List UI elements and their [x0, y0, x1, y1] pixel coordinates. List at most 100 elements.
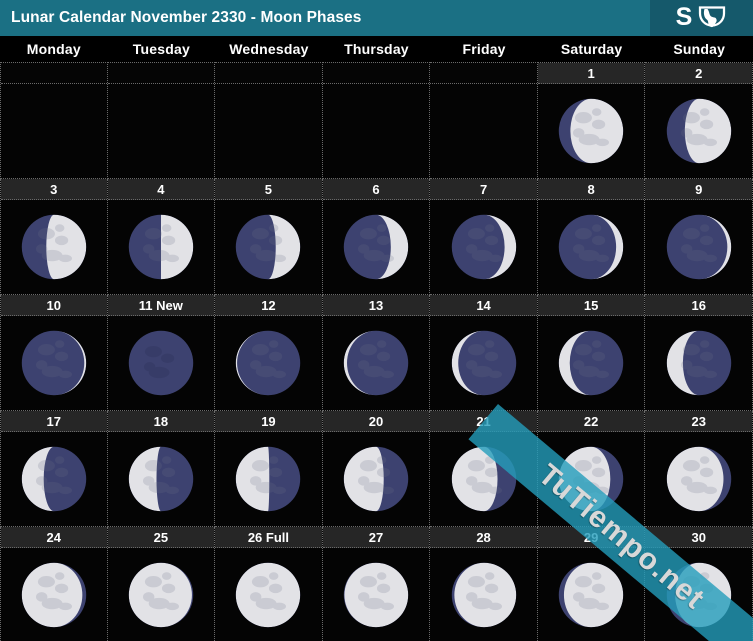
day-number-bar: 15: [537, 295, 645, 316]
day-number-label: 6: [372, 181, 380, 197]
calendar-day-cell[interactable]: 8: [537, 179, 646, 295]
day-number-label: 3: [50, 181, 58, 197]
calendar-day-cell[interactable]: 17: [0, 411, 108, 527]
calendar-week-row: 12: [0, 62, 753, 179]
calendar-day-cell[interactable]: 15: [537, 295, 646, 411]
moon-phase-image: [537, 84, 645, 178]
day-number-label: 4: [157, 181, 165, 197]
day-number-label: 16: [691, 297, 706, 313]
moon-phase-image: [215, 200, 322, 294]
moon-phase-image: [537, 432, 645, 526]
day-number-bar: 7: [430, 179, 537, 200]
calendar-grid: 1 2 3 4 5 6 7 8 9 10 11 New 12 13 14 15 16 17 18 19 20 21 22 2…: [0, 62, 753, 641]
calendar-day-cell[interactable]: 27: [322, 527, 431, 641]
moon-phase-image: [430, 316, 537, 410]
calendar-day-cell[interactable]: 2: [645, 62, 753, 179]
calendar-day-cell[interactable]: 23: [645, 411, 753, 527]
moon-phase-image: [107, 548, 215, 641]
calendar-day-cell[interactable]: 9: [645, 179, 753, 295]
weekday-header-wednesday: Wednesday: [229, 41, 309, 57]
day-number-label: 24: [46, 529, 62, 545]
day-number-bar: [1, 63, 107, 84]
moon-phase-image: [322, 548, 430, 641]
day-number-bar: 14: [430, 295, 537, 316]
calendar-day-cell[interactable]: 28: [430, 527, 538, 641]
moon-phase-image: [107, 316, 215, 410]
moon-phase-image: [215, 548, 322, 641]
page-title: Lunar Calendar November 2330 - Moon Phas…: [11, 9, 362, 26]
calendar-day-cell[interactable]: 13: [322, 295, 431, 411]
moon-phase-image: [215, 432, 322, 526]
calendar-day-cell[interactable]: 16: [645, 295, 753, 411]
day-number-label: 14: [476, 297, 491, 313]
calendar-day-cell[interactable]: 19: [215, 411, 323, 527]
calendar-day-cell[interactable]: 12: [215, 295, 323, 411]
calendar-day-cell[interactable]: 10: [0, 295, 108, 411]
calendar-week-row: 17 18 19 20 21 22 23: [0, 411, 753, 527]
day-number-label: 30: [691, 529, 706, 545]
weekday-header-row: Monday Tuesday Wednesday Thursday Friday…: [0, 36, 753, 62]
calendar-day-cell[interactable]: 25: [107, 527, 216, 641]
calendar-day-cell[interactable]: 29: [537, 527, 646, 641]
day-number-label: 17: [46, 413, 62, 429]
day-number-bar: [215, 63, 322, 84]
day-number-label: 15: [583, 297, 599, 313]
calendar-day-cell[interactable]: 26 Full: [215, 527, 323, 641]
weekday-header-thursday: Thursday: [344, 41, 409, 57]
day-number-bar: 2: [645, 63, 752, 84]
calendar-cell-empty: [215, 62, 323, 179]
day-number-bar: [430, 63, 537, 84]
calendar-day-cell[interactable]: 3: [0, 179, 108, 295]
calendar-day-cell[interactable]: 14: [430, 295, 538, 411]
moon-phase-image: [645, 200, 752, 294]
day-number-bar: 6: [322, 179, 430, 200]
calendar-day-cell[interactable]: 20: [322, 411, 431, 527]
moon-phase-image: [645, 432, 752, 526]
calendar-day-cell[interactable]: 4: [107, 179, 216, 295]
day-number-bar: 26 Full: [215, 527, 322, 548]
day-number-label: 5: [264, 181, 273, 197]
moon-phase-image: [215, 84, 322, 178]
day-number-bar: 4: [107, 179, 215, 200]
moon-phase-image: [107, 432, 215, 526]
day-number-label: 12: [261, 297, 276, 313]
day-number-label: 22: [583, 413, 599, 429]
weekday-header-saturday: Saturday: [560, 41, 623, 57]
day-number-label: 9: [695, 181, 703, 197]
day-number-bar: 27: [322, 527, 430, 548]
calendar-day-cell[interactable]: 7: [430, 179, 538, 295]
day-number-label: 19: [261, 413, 276, 429]
moon-phase-image: [537, 200, 645, 294]
day-number-bar: 5: [215, 179, 322, 200]
calendar-day-cell[interactable]: 1: [537, 62, 646, 179]
moon-phase-image: [537, 548, 645, 641]
globe-icon: [699, 6, 726, 28]
calendar-day-cell[interactable]: 18: [107, 411, 216, 527]
moon-phase-image: [215, 316, 322, 410]
moon-phase-image: [107, 200, 215, 294]
calendar-day-cell[interactable]: 22: [537, 411, 646, 527]
day-number-bar: 21: [430, 411, 537, 432]
site-logo[interactable]: S: [650, 0, 753, 36]
day-number-label: 7: [479, 181, 488, 197]
weekday-header-monday: Monday: [26, 41, 81, 57]
calendar-day-cell[interactable]: 30: [645, 527, 753, 641]
moon-phase-image: [1, 84, 107, 178]
calendar-day-cell[interactable]: 5: [215, 179, 323, 295]
day-number-label: 1: [587, 65, 595, 81]
day-number-bar: 23: [645, 411, 752, 432]
moon-phase-image: [645, 548, 752, 641]
calendar-day-cell[interactable]: 21: [430, 411, 538, 527]
moon-phase-image: [1, 316, 107, 410]
calendar-cell-empty: [0, 62, 108, 179]
calendar-day-cell[interactable]: 24: [0, 527, 108, 641]
moon-phase-image: [430, 548, 537, 641]
day-number-label: 25: [153, 529, 169, 545]
moon-phase-image: [645, 84, 752, 178]
calendar-day-cell[interactable]: 6: [322, 179, 431, 295]
day-number-bar: 13: [322, 295, 430, 316]
calendar-day-cell[interactable]: 11 New: [107, 295, 216, 411]
day-number-label: 29: [583, 529, 599, 545]
day-number-bar: 8: [537, 179, 645, 200]
moon-phase-image: [430, 432, 537, 526]
